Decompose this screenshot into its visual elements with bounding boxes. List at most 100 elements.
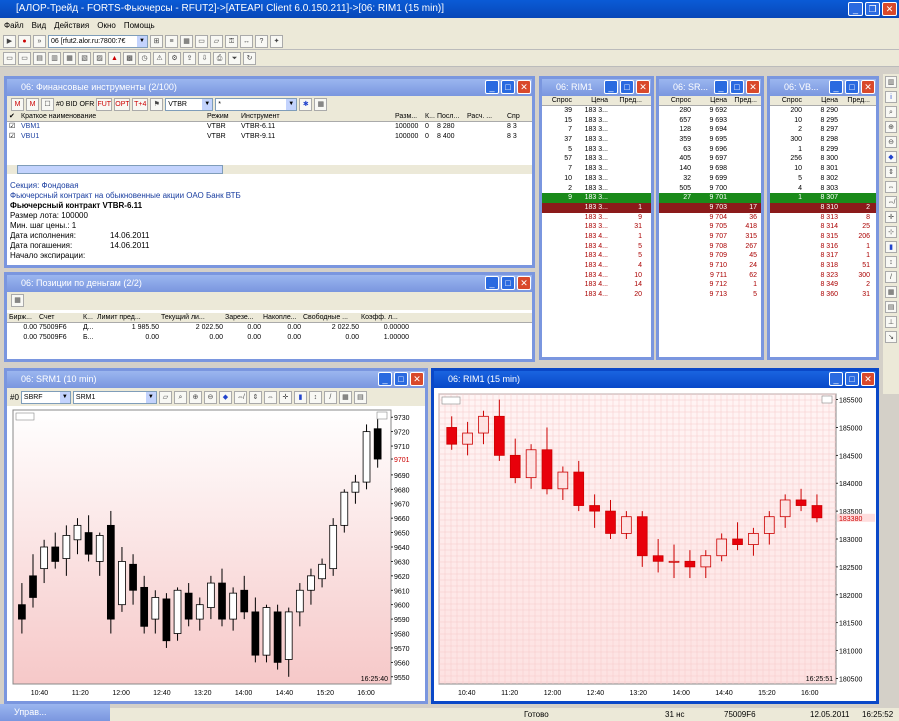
key-icon[interactable]: ⚿: [225, 34, 238, 48]
maximize-button[interactable]: □: [501, 80, 515, 94]
orderbook-row[interactable]: 183 4... 20: [542, 290, 651, 300]
minimize-button[interactable]: _: [829, 80, 843, 94]
orderbook-row[interactable]: 37 183 3...: [542, 135, 651, 145]
orderbook-row[interactable]: 8 316 1: [770, 242, 876, 252]
flag-icon[interactable]: ▲: [108, 51, 121, 65]
orderbook-row[interactable]: 256 8 300: [770, 154, 876, 164]
zoom-out-icon[interactable]: ⊖: [203, 390, 217, 404]
orderbook-row[interactable]: 183 3... 31: [542, 222, 651, 232]
chart-icon[interactable]: ▧: [78, 51, 91, 65]
alert-icon[interactable]: ⚠: [153, 51, 166, 65]
orderbook-row[interactable]: 8 314 25: [770, 222, 876, 232]
table-row[interactable]: ☑ VBU1 VTBR VTBR-9.11 100000 0 8 400 8 3: [7, 132, 532, 142]
col-mode[interactable]: Режим: [205, 112, 239, 121]
maximize-button[interactable]: □: [845, 80, 859, 94]
orderbook-row[interactable]: 9 703 17: [659, 202, 761, 213]
compress-icon[interactable]: ⇎: [885, 196, 897, 208]
settings-icon[interactable]: ⚙: [168, 51, 181, 65]
minimize-button[interactable]: _: [714, 80, 728, 94]
orderbook-row[interactable]: 657 9 693: [659, 116, 761, 126]
zoom-icon[interactable]: ⌕: [885, 106, 897, 118]
orderbook-row[interactable]: 9 183 3...: [542, 193, 651, 203]
window-icon-2[interactable]: ▭: [18, 51, 31, 65]
sell-icon[interactable]: M: [26, 97, 39, 111]
lock-icon[interactable]: ▮: [293, 390, 307, 404]
candlestick-chart-rim1[interactable]: 1855001850001845001840001835001830001825…: [434, 388, 876, 701]
orderbook-row[interactable]: 405 9 697: [659, 154, 761, 164]
code-combo[interactable]: SBRF ▼: [20, 390, 71, 404]
wizard-icon[interactable]: ✦: [270, 34, 283, 48]
table-row[interactable]: 0.00 75009F6 Б... 0.00 0.00 0.00 0.00 0.00 1.000…: [7, 333, 532, 343]
grid-icon[interactable]: ⊞: [150, 34, 163, 48]
counter-button[interactable]: #0: [56, 101, 64, 108]
col-calc[interactable]: Расч. ...: [465, 112, 505, 121]
col-k[interactable]: К...: [81, 313, 95, 322]
forward-icon[interactable]: »: [33, 34, 46, 48]
orderbook-row[interactable]: 9 704 36: [659, 213, 761, 223]
maximize-button[interactable]: □: [394, 372, 408, 386]
doc-icon[interactable]: ▭: [195, 34, 208, 48]
expand-icon[interactable]: ⇕: [885, 166, 897, 178]
orderbook-col[interactable]: Цена: [693, 96, 729, 105]
orderbook-row[interactable]: 280 9 692: [659, 106, 761, 116]
maximize-button[interactable]: □: [730, 80, 744, 94]
orderbook-col[interactable]: Пред...: [840, 96, 872, 105]
orderbook-row[interactable]: 183 4... 1: [542, 232, 651, 242]
orderbook-row[interactable]: 8 315 206: [770, 232, 876, 242]
orderbook-row[interactable]: 10 8 295: [770, 116, 876, 126]
table-icon[interactable]: ▦: [11, 294, 24, 307]
open-icon[interactable]: ▱: [158, 390, 172, 404]
instrument-combo[interactable]: SRM1 ▼: [72, 390, 157, 404]
orderbook-row[interactable]: 359 9 695: [659, 135, 761, 145]
table-icon[interactable]: ▦: [180, 34, 193, 48]
col-instrument[interactable]: Инструмент: [239, 112, 393, 121]
zoom-in-icon[interactable]: ⊕: [188, 390, 202, 404]
list-icon[interactable]: ≡: [165, 34, 178, 48]
grid-icon[interactable]: ▦: [338, 390, 352, 404]
orderbook-row[interactable]: 505 9 700: [659, 184, 761, 194]
info-icon[interactable]: i: [885, 91, 897, 103]
orderbook-row[interactable]: 300 8 298: [770, 135, 876, 145]
link-icon[interactable]: ↔: [240, 34, 253, 48]
asterisk-icon[interactable]: ✱: [299, 97, 313, 111]
indicator-icon[interactable]: ✛: [885, 211, 897, 223]
orderbook-row[interactable]: 183 4... 5: [542, 251, 651, 261]
checkbox-icon[interactable]: ☐: [41, 97, 54, 111]
candlestick-chart-srm1[interactable]: 9730 9720 9710 9701 9690 9680 9670 9660 9650 9640…: [7, 406, 425, 701]
orderbook-col[interactable]: Спрос: [659, 96, 693, 105]
orderbook-row[interactable]: 9 705 418: [659, 222, 761, 232]
orderbook-col[interactable]: Пред...: [729, 96, 759, 105]
zoom-in-icon[interactable]: ⊕: [885, 121, 897, 133]
maximize-button[interactable]: □: [501, 276, 515, 290]
col-spr[interactable]: Спр: [505, 112, 525, 121]
minimize-button[interactable]: _: [829, 372, 843, 386]
col-exchange[interactable]: Бирж...: [7, 313, 37, 322]
orderbook-row[interactable]: 39 183 3...: [542, 106, 651, 116]
orderbook-row[interactable]: 8 317 1: [770, 251, 876, 261]
news-icon[interactable]: ▩: [123, 51, 136, 65]
col-coeff[interactable]: Коэфф. л...: [359, 313, 409, 322]
orderbook-row[interactable]: 9 708 267: [659, 242, 761, 252]
portfolio-icon[interactable]: ▦: [63, 51, 76, 65]
fut-button[interactable]: FUT: [96, 97, 113, 111]
resize-icon[interactable]: ↕: [308, 390, 322, 404]
grid-icon[interactable]: ▦: [885, 286, 897, 298]
fit-icon[interactable]: ◆: [885, 151, 897, 163]
close-button[interactable]: ✕: [517, 276, 531, 290]
export-icon[interactable]: ⇪: [183, 51, 196, 65]
book-icon[interactable]: ▨: [93, 51, 106, 65]
chart-type-icon[interactable]: ▥: [885, 76, 897, 88]
close-button[interactable]: ✕: [410, 372, 424, 386]
table-icon[interactable]: ▤: [353, 390, 367, 404]
import-icon[interactable]: ⇩: [198, 51, 211, 65]
print-icon[interactable]: ⎙: [213, 51, 226, 65]
orderbook-row[interactable]: 9 713 5: [659, 290, 761, 300]
col-k[interactable]: К...: [423, 112, 435, 121]
compress-icon[interactable]: ⇎: [233, 390, 247, 404]
orderbook-row[interactable]: 8 310 2: [770, 202, 876, 213]
orderbook-row[interactable]: 27 9 701: [659, 193, 761, 203]
open-icon[interactable]: ▱: [210, 34, 223, 48]
orderbook-row[interactable]: 57 183 3...: [542, 154, 651, 164]
table-row[interactable]: ☑ VBM1 VTBR VTBR-6.11 100000 0 8 280 8 3: [7, 122, 532, 132]
orderbook-row[interactable]: 9 710 24: [659, 261, 761, 271]
